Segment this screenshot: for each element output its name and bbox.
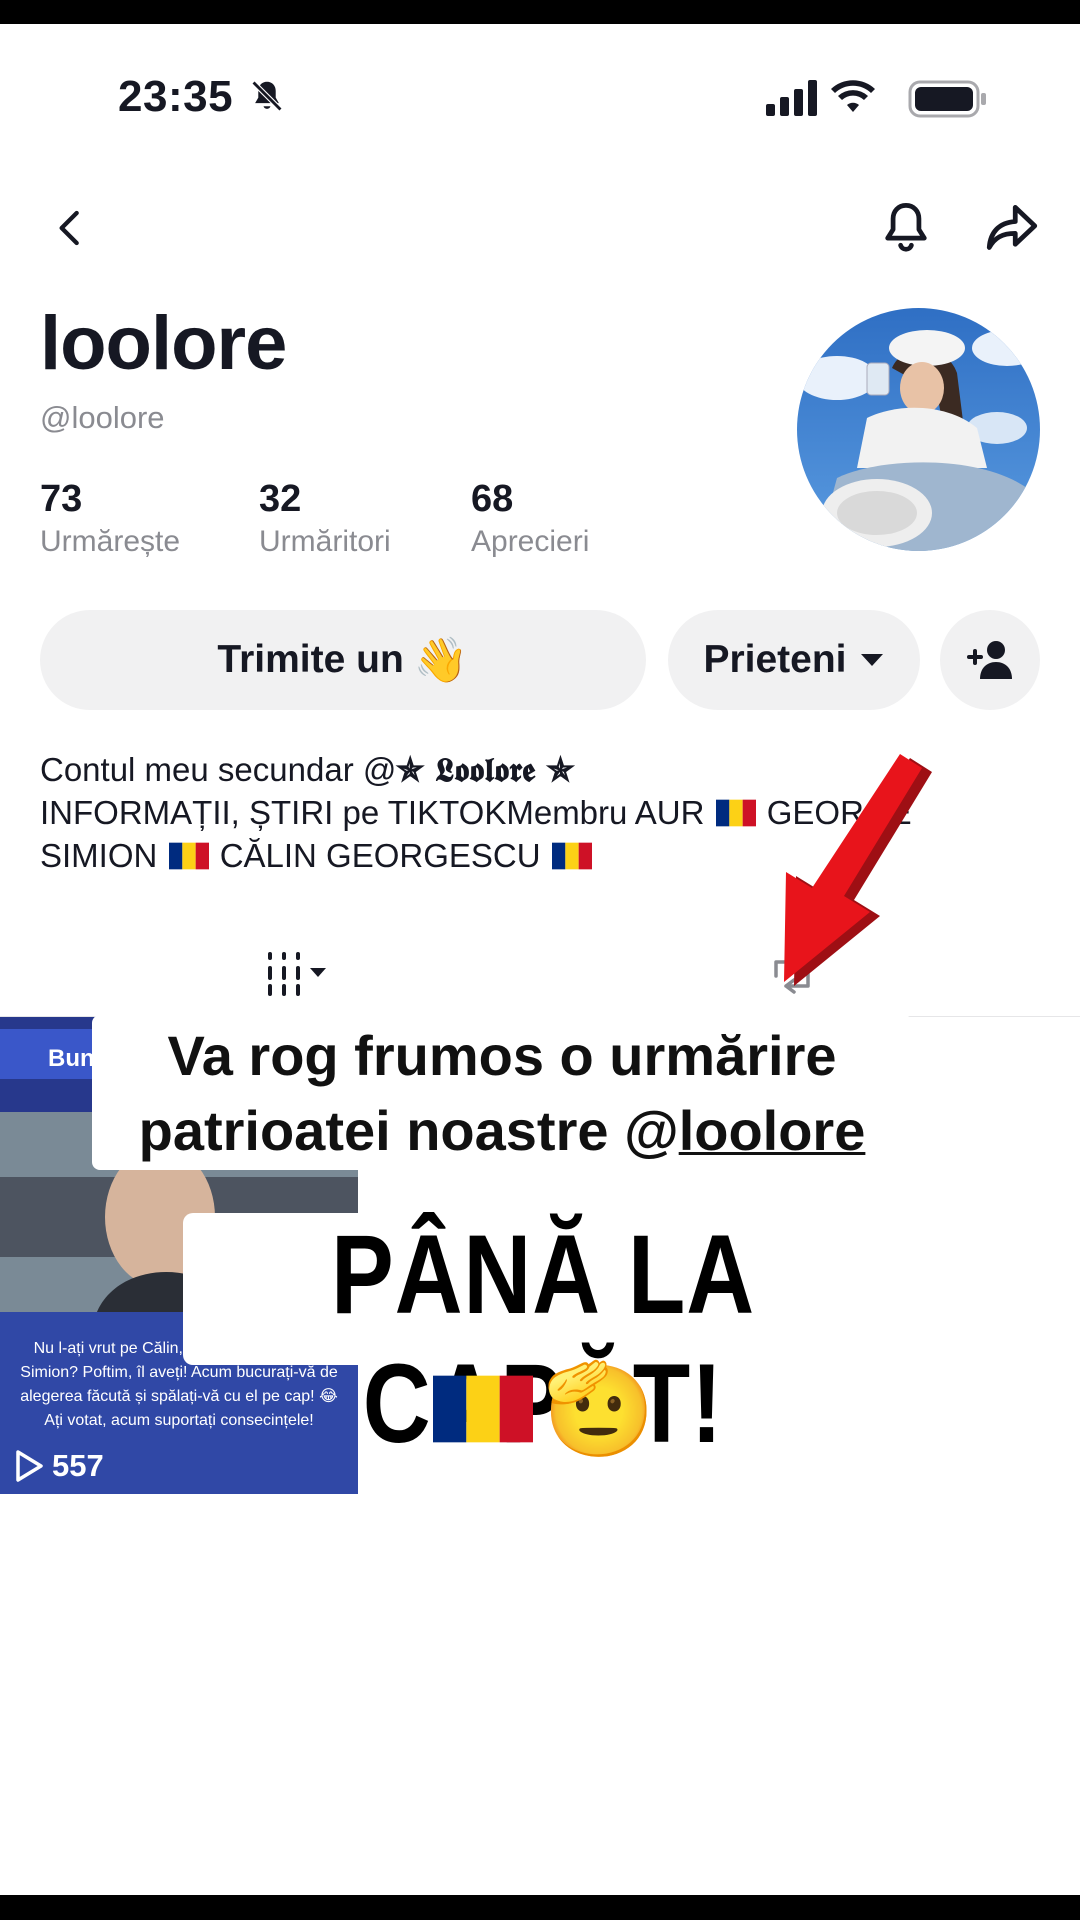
bio-line-3-text-a: SIMION [40,837,158,874]
add-friend-button[interactable] [940,610,1040,710]
bio-line-3-text-b: CĂLIN GEORGESCU [219,837,541,874]
profile-handle: @loolore [40,400,165,435]
bio-fancy-name[interactable]: ✯ 𝕷𝖔𝖔𝖑𝖔𝖗𝖊 ✯ [396,750,574,789]
friends-label: Prieteni [703,638,847,681]
video-thumbnail-top-text: Bun [48,1045,95,1072]
send-wave-label: Trimite un [217,638,404,681]
bell-muted-icon [251,80,283,112]
red-arrow-annotation [784,754,932,986]
overlay-line-2: patrioatei noastre @loolore [92,1093,912,1168]
video-play-count: 557 [14,1448,104,1484]
tab-videos[interactable] [240,942,340,1006]
salute-emoji-icon: 🫡 [543,1360,656,1460]
stat-likes-label: Aprecieri [471,525,590,558]
play-icon [16,1450,43,1482]
bell-icon [885,203,927,252]
video-view-count: 557 [52,1448,104,1483]
chevron-left-icon [59,210,79,246]
status-time-text: 23:35 [118,72,234,121]
bio-line-2-text-a: INFORMAȚII, ȘTIRI pe TIKTOKMembru AUR [40,794,705,831]
romanian-flag-icon [168,837,209,870]
romanian-flag-icon [551,837,592,870]
bottom-black-bar [0,1895,1080,1920]
top-black-bar [0,0,1080,24]
stat-followers[interactable]: 32 Urmăritori [259,478,391,559]
add-user-icon [967,641,1012,679]
overlay-line-2-prefix: patrioatei noastre @ [138,1099,679,1162]
overlay-emojis: 🫡 [433,1355,656,1465]
bio-line-1-text: Contul meu secundar @ [40,751,397,788]
friends-dropdown-button[interactable]: Prieteni [668,610,920,710]
cellular-signal-icon [766,80,817,116]
stat-following[interactable]: 73 Urmărește [40,478,180,559]
battery-icon [908,80,986,118]
back-button[interactable] [42,200,98,256]
overlay-line-1: Va rog frumos o urmărire [167,1024,837,1087]
status-time: 23:35 [118,72,286,122]
status-icons [760,74,990,122]
overlay-request-text: Va rog frumos o urmărire patrioatei noas… [92,1018,912,1168]
overlay-mention-link[interactable]: loolore [679,1099,866,1162]
stat-likes[interactable]: 68 Aprecieri [471,478,589,559]
share-button[interactable] [980,198,1044,258]
romanian-flag-icon [433,1375,533,1443]
send-wave-button[interactable]: Trimite un 👋 [40,610,646,710]
profile-name: loolore [40,301,287,386]
caret-down-icon [860,654,883,666]
grid-bars-icon [268,952,326,996]
share-arrow-icon [986,205,1038,250]
stat-followers-label: Urmăritori [259,525,391,558]
stat-following-value: 73 [40,478,83,520]
wave-emoji-icon: 👋 [413,636,469,685]
wifi-icon [831,80,875,112]
stat-following-label: Urmărește [40,525,181,558]
stat-likes-value: 68 [471,478,514,520]
stat-followers-value: 32 [259,478,302,520]
profile-avatar[interactable] [797,308,1040,551]
notification-button[interactable] [876,198,936,258]
